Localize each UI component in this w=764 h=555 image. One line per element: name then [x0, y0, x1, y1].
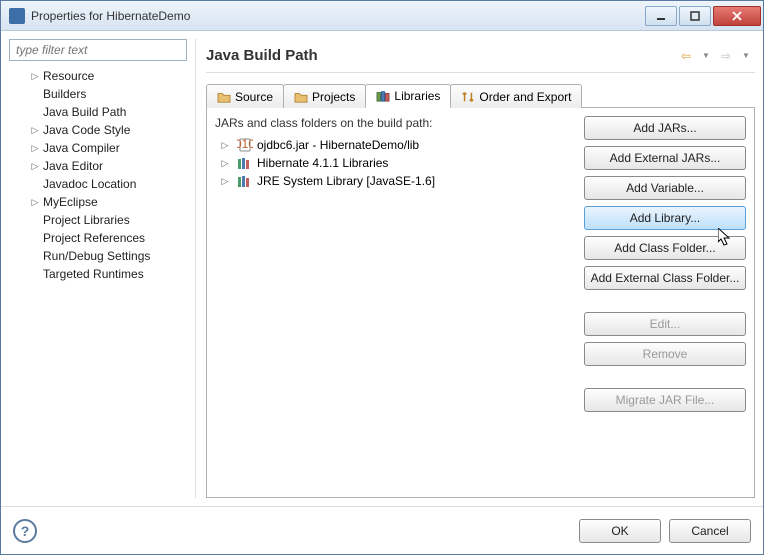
close-button[interactable] — [713, 6, 761, 26]
libraries-caption: JARs and class folders on the build path… — [215, 116, 576, 130]
tab-source[interactable]: Source — [206, 84, 284, 108]
add-library-button[interactable]: Add Library... — [584, 206, 746, 230]
help-icon[interactable]: ? — [13, 519, 37, 543]
library-icon — [237, 156, 253, 170]
header-row: Java Build Path ⇦ ▼ ⇨ ▼ — [206, 39, 755, 73]
maximize-button[interactable] — [679, 6, 711, 26]
cancel-button[interactable]: Cancel — [669, 519, 751, 543]
tab-strip: Source Projects Libraries Order and Expo… — [206, 83, 755, 108]
tree-item-targeted-runtimes[interactable]: Targeted Runtimes — [9, 265, 187, 283]
chevron-right-icon: ▷ — [29, 196, 41, 208]
library-icon — [237, 174, 253, 188]
add-external-class-folder-button[interactable]: Add External Class Folder... — [584, 266, 746, 290]
migrate-jar-button[interactable]: Migrate JAR File... — [584, 388, 746, 412]
dialog-body: ▷Resource Builders Java Build Path ▷Java… — [1, 31, 763, 506]
chevron-right-icon: ▷ — [29, 160, 41, 172]
category-tree[interactable]: ▷Resource Builders Java Build Path ▷Java… — [9, 67, 187, 498]
tree-item-run-debug-settings[interactable]: Run/Debug Settings — [9, 247, 187, 265]
edit-button[interactable]: Edit... — [584, 312, 746, 336]
tab-order-export[interactable]: Order and Export — [450, 84, 582, 108]
tree-item-myeclipse[interactable]: ▷MyEclipse — [9, 193, 187, 211]
tree-item-project-libraries[interactable]: Project Libraries — [9, 211, 187, 229]
tree-item-java-editor[interactable]: ▷Java Editor — [9, 157, 187, 175]
forward-menu-icon[interactable]: ▼ — [737, 47, 755, 65]
order-export-icon — [461, 91, 475, 103]
filter-input[interactable] — [9, 39, 187, 61]
chevron-right-icon: ▷ — [29, 124, 41, 136]
add-jars-button[interactable]: Add JARs... — [584, 116, 746, 140]
jar-icon: 010 — [237, 138, 253, 152]
tree-item-builders[interactable]: Builders — [9, 85, 187, 103]
minimize-button[interactable] — [645, 6, 677, 26]
tree-item-project-references[interactable]: Project References — [9, 229, 187, 247]
tree-item-java-code-style[interactable]: ▷Java Code Style — [9, 121, 187, 139]
add-external-jars-button[interactable]: Add External JARs... — [584, 146, 746, 170]
library-item[interactable]: ▷ 010 ojdbc6.jar - HibernateDemo/lib — [215, 136, 576, 154]
add-variable-button[interactable]: Add Variable... — [584, 176, 746, 200]
sidebar: ▷Resource Builders Java Build Path ▷Java… — [9, 39, 187, 498]
titlebar[interactable]: Properties for HibernateDemo — [1, 1, 763, 31]
remove-button[interactable]: Remove — [584, 342, 746, 366]
chevron-right-icon: ▷ — [29, 142, 41, 154]
chevron-right-icon: ▷ — [219, 157, 231, 169]
projects-icon — [294, 91, 308, 103]
tree-item-java-compiler[interactable]: ▷Java Compiler — [9, 139, 187, 157]
forward-arrow-icon[interactable]: ⇨ — [717, 47, 735, 65]
tree-item-javadoc-location[interactable]: Javadoc Location — [9, 175, 187, 193]
window-title: Properties for HibernateDemo — [31, 9, 643, 23]
dialog-window: Properties for HibernateDemo ▷Resource B… — [0, 0, 764, 555]
tab-projects[interactable]: Projects — [283, 84, 366, 108]
main-panel: Java Build Path ⇦ ▼ ⇨ ▼ Source Projects — [195, 39, 755, 498]
libraries-icon — [376, 90, 390, 102]
add-class-folder-button[interactable]: Add Class Folder... — [584, 236, 746, 260]
chevron-right-icon: ▷ — [219, 139, 231, 151]
nav-arrows: ⇦ ▼ ⇨ ▼ — [677, 47, 755, 65]
app-icon — [9, 8, 25, 24]
libraries-tree[interactable]: ▷ 010 ojdbc6.jar - HibernateDemo/lib ▷ H… — [215, 136, 576, 489]
source-icon — [217, 91, 231, 103]
back-arrow-icon[interactable]: ⇦ — [677, 47, 695, 65]
svg-text:010: 010 — [237, 138, 253, 151]
button-column: Add JARs... Add External JARs... Add Var… — [584, 116, 746, 489]
dialog-footer: ? OK Cancel — [1, 506, 763, 554]
back-menu-icon[interactable]: ▼ — [697, 47, 715, 65]
tab-libraries[interactable]: Libraries — [365, 84, 451, 108]
tree-item-resource[interactable]: ▷Resource — [9, 67, 187, 85]
libraries-column: JARs and class folders on the build path… — [215, 116, 576, 489]
library-item[interactable]: ▷ Hibernate 4.1.1 Libraries — [215, 154, 576, 172]
chevron-right-icon: ▷ — [29, 70, 41, 82]
page-title: Java Build Path — [206, 47, 677, 64]
chevron-right-icon: ▷ — [219, 175, 231, 187]
ok-button[interactable]: OK — [579, 519, 661, 543]
tab-content: JARs and class folders on the build path… — [206, 108, 755, 498]
library-item[interactable]: ▷ JRE System Library [JavaSE-1.6] — [215, 172, 576, 190]
tree-item-java-build-path[interactable]: Java Build Path — [9, 103, 187, 121]
